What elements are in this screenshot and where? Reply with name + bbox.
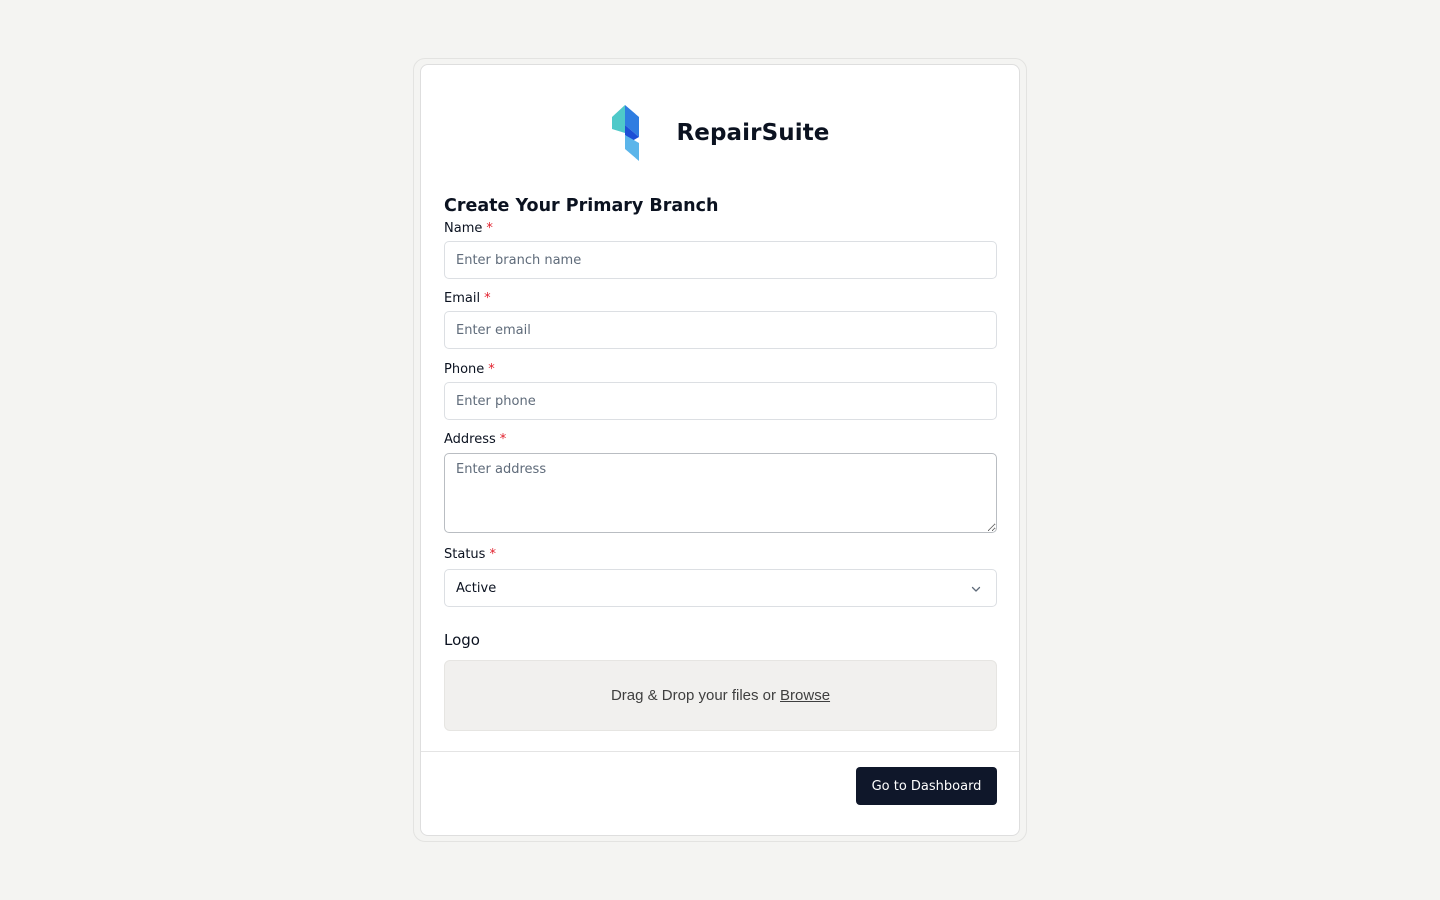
- go-to-dashboard-button[interactable]: Go to Dashboard: [856, 767, 997, 805]
- phone-label-text: Phone: [444, 362, 485, 377]
- name-field-group: Name *: [444, 220, 998, 279]
- dropzone-text: Drag & Drop your files or: [610, 687, 777, 704]
- brand-name: RepairSuite: [676, 120, 830, 146]
- email-field-group: Email *: [444, 290, 998, 349]
- branch-setup-card: RepairSuite Create Your Primary Branch N…: [420, 64, 1020, 836]
- email-label: Email *: [444, 290, 998, 308]
- form-title: Create Your Primary Branch: [444, 196, 719, 216]
- status-selected-value: Active: [456, 580, 497, 596]
- email-input[interactable]: [444, 311, 997, 349]
- email-label-text: Email: [444, 291, 481, 306]
- brand-header: RepairSuite: [421, 103, 1019, 163]
- phone-input[interactable]: [444, 382, 997, 420]
- logo-heading: Logo: [444, 631, 480, 649]
- status-label: Status *: [444, 546, 998, 564]
- required-marker: *: [486, 221, 493, 236]
- status-select[interactable]: Active: [444, 569, 997, 607]
- required-marker: *: [489, 547, 496, 562]
- footer-divider: [421, 751, 1019, 752]
- chevron-down-icon: [971, 586, 981, 592]
- address-label-text: Address: [444, 432, 496, 447]
- branch-form: Create Your Primary Branch Name* Email* …: [444, 194, 998, 731]
- status-field-group: Status * Active: [444, 546, 998, 607]
- name-label-text: Name: [444, 221, 483, 236]
- name-label: Name *: [444, 220, 998, 238]
- browse-link[interactable]: Browse: [780, 687, 830, 704]
- address-textarea[interactable]: [444, 453, 997, 533]
- logo-dropzone[interactable]: Drag & Drop your files or Browse: [444, 660, 997, 731]
- address-field-group: Address *: [444, 431, 998, 533]
- branch-name-input[interactable]: [444, 241, 997, 279]
- phone-field-group: Phone *: [444, 361, 998, 420]
- phone-label: Phone *: [444, 361, 998, 379]
- required-marker: *: [488, 362, 495, 377]
- required-marker: *: [484, 291, 491, 306]
- repairsuite-logo-icon: [612, 105, 640, 161]
- required-marker: *: [499, 432, 507, 447]
- status-label-text: Status: [444, 547, 486, 562]
- address-label: Address *: [444, 431, 998, 449]
